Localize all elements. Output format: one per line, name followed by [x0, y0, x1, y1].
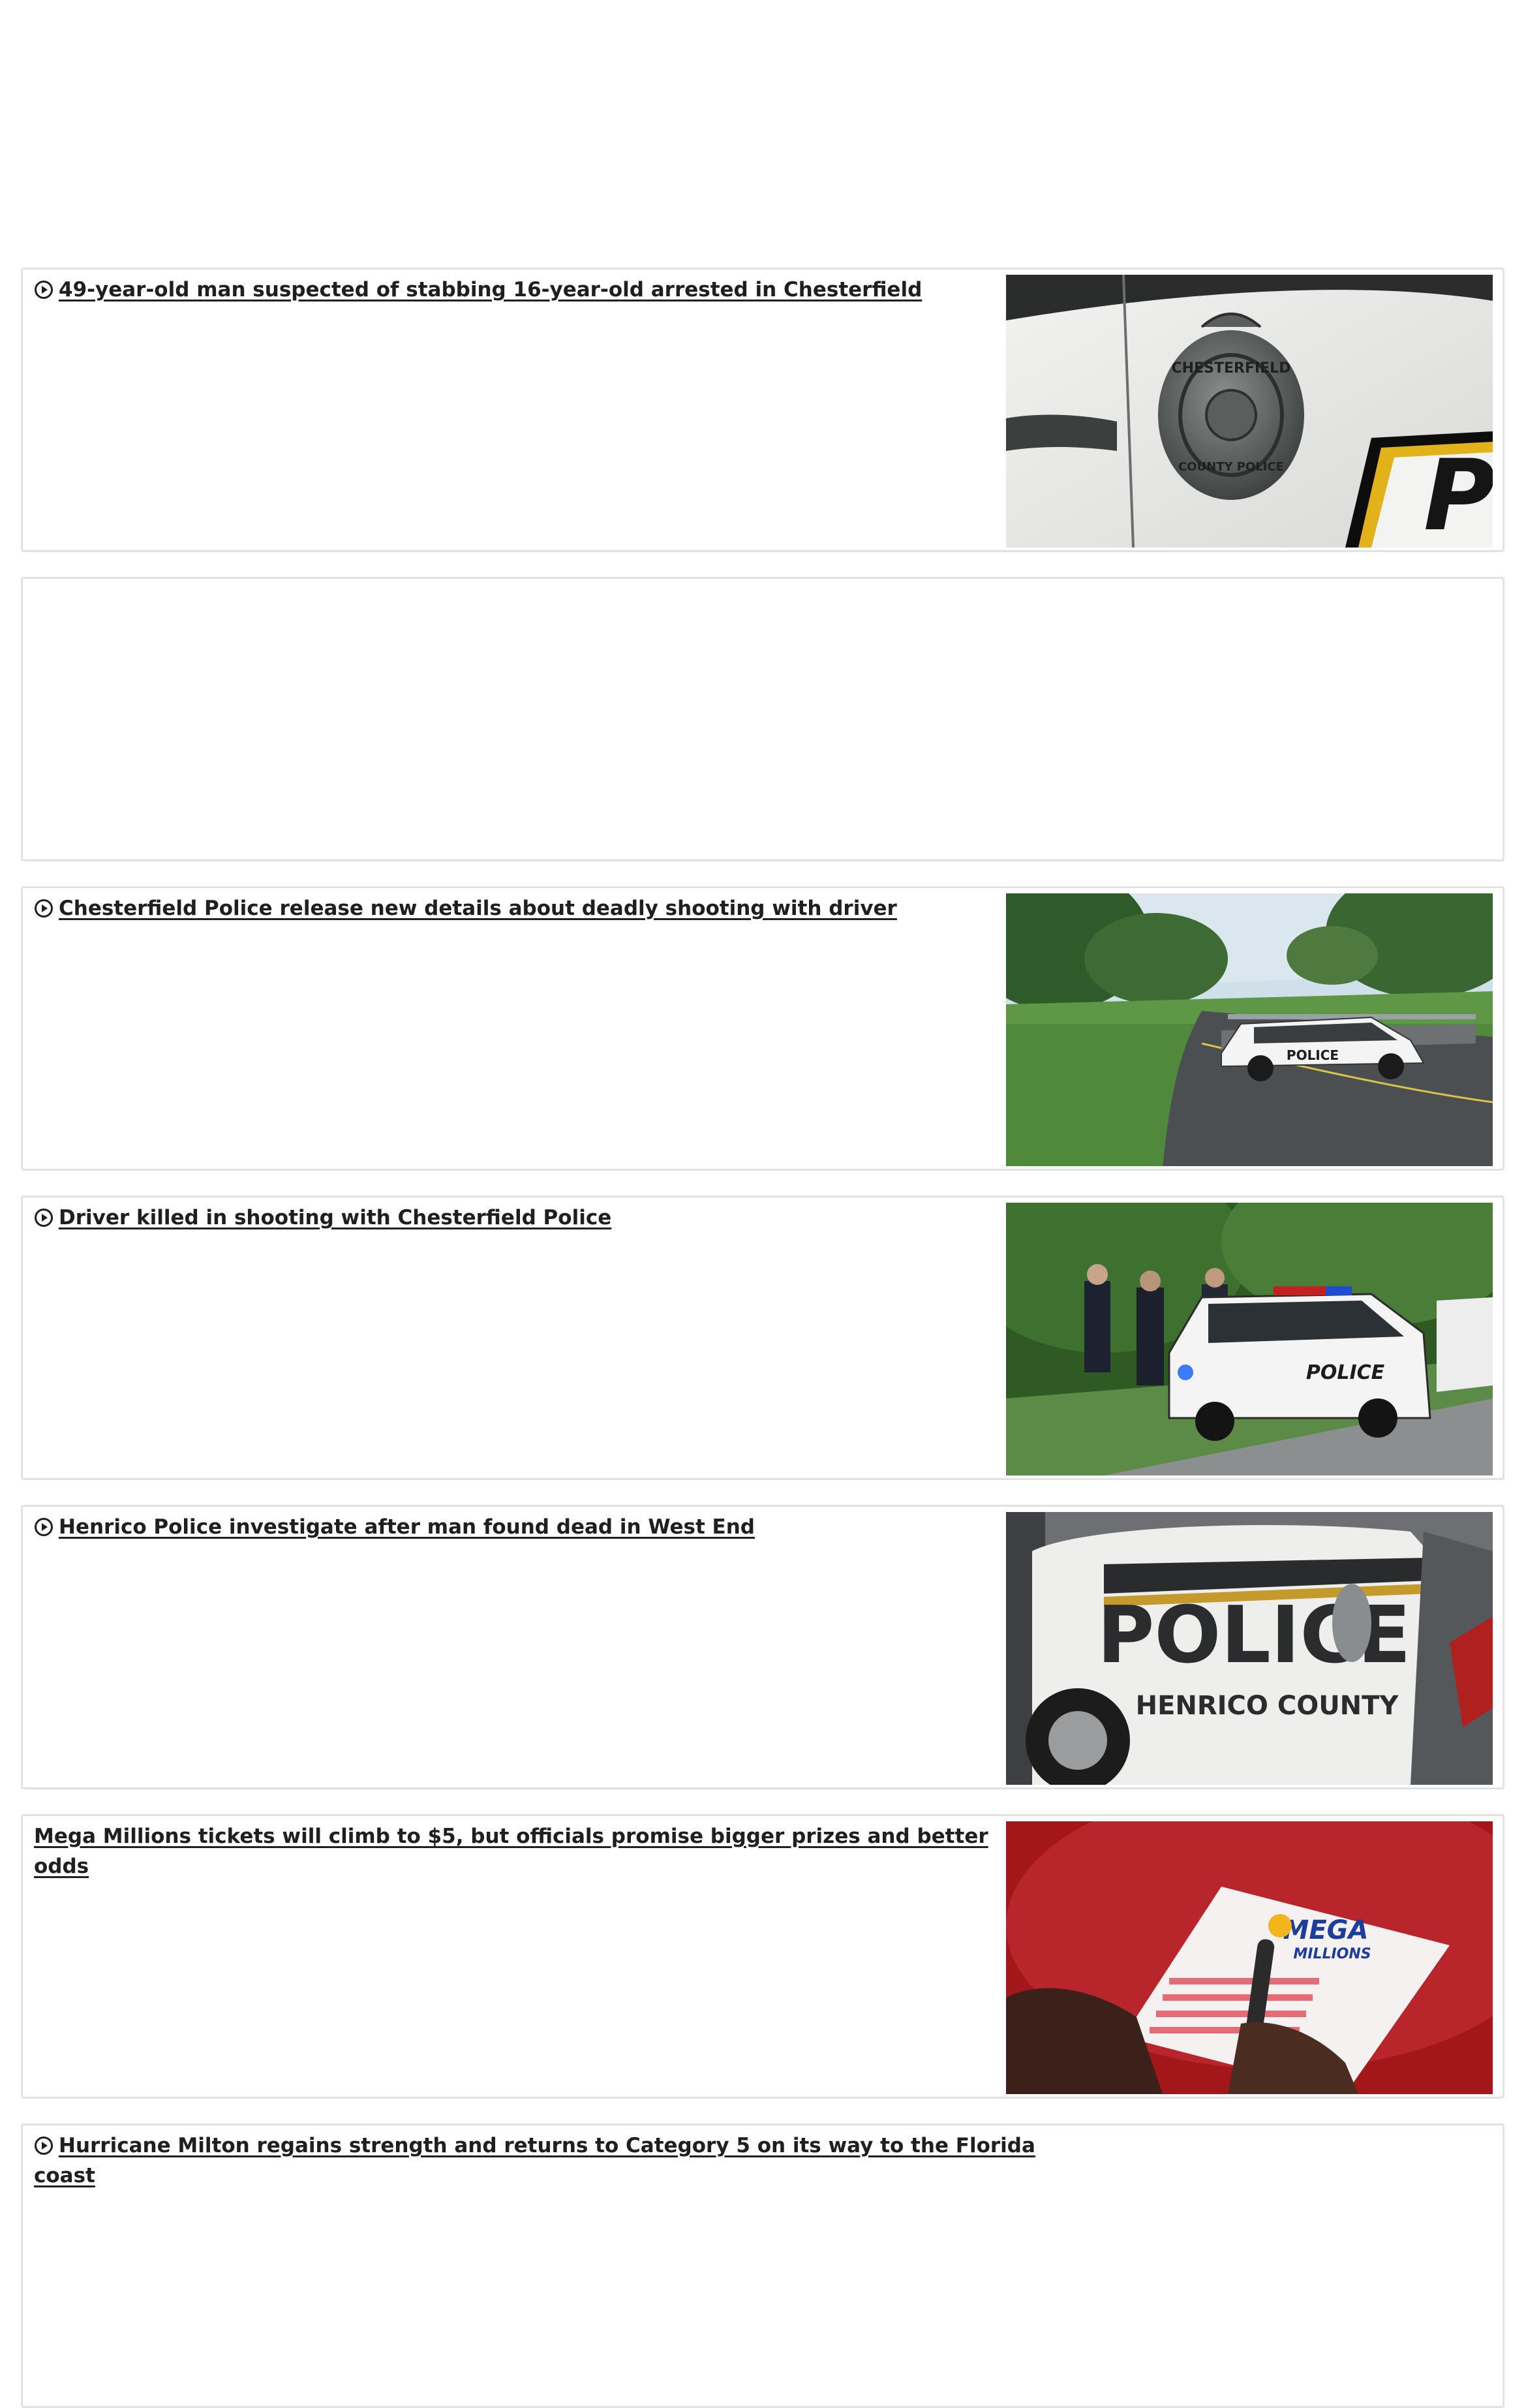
story-card[interactable]: Driver killed in shooting with Chesterfi…	[21, 1196, 1504, 1480]
story-headline-text: 49-year-old man suspected of stabbing 16…	[59, 278, 923, 301]
story-headline-link[interactable]: Hurricane Milton regains strength and re…	[34, 2131, 1078, 2191]
badge-bottom-text: COUNTY POLICE	[1178, 460, 1284, 474]
story-card-empty	[21, 577, 1504, 861]
story-card[interactable]: Chesterfield Police release new details …	[21, 886, 1504, 1171]
story-headline-text: Henrico Police investigate after man fou…	[59, 1515, 755, 1539]
police-car-label-text: POLICE	[1287, 1047, 1339, 1063]
play-circle-icon	[35, 1518, 53, 1536]
story-card[interactable]: Mega Millions tickets will climb to $5, …	[21, 1814, 1504, 2099]
story-headline-link[interactable]: Driver killed in shooting with Chesterfi…	[34, 1203, 1000, 1233]
story-card[interactable]: Hurricane Milton regains strength and re…	[21, 2123, 1504, 2408]
play-circle-icon	[35, 1209, 53, 1227]
story-headline-link[interactable]: Mega Millions tickets will climb to $5, …	[34, 1821, 1000, 1881]
story-headline-text: Driver killed in shooting with Chesterfi…	[59, 1206, 612, 1229]
top-blank-area	[0, 0, 1526, 268]
henrico-county-text: HENRICO COUNTY	[1136, 1691, 1399, 1721]
play-circle-icon	[35, 899, 53, 918]
story-headline-text: Chesterfield Police release new details …	[59, 897, 897, 920]
story-headline-link[interactable]: Chesterfield Police release new details …	[34, 893, 1000, 923]
story-headline-link[interactable]: 49-year-old man suspected of stabbing 16…	[34, 275, 1000, 305]
story-card[interactable]: 49-year-old man suspected of stabbing 16…	[21, 268, 1504, 552]
story-headline-text: Hurricane Milton regains strength and re…	[34, 2134, 1035, 2187]
millions-text: MILLIONS	[1293, 1946, 1371, 1962]
officers-police-suv-image[interactable]: POLICE	[1006, 1203, 1493, 1475]
story-headline-text: Mega Millions tickets will climb to $5, …	[34, 1825, 988, 1878]
story-card[interactable]: Henrico Police investigate after man fou…	[21, 1505, 1504, 1789]
badge-top-text: CHESTERFIELD	[1172, 360, 1291, 377]
car-door-letter-text: P	[1424, 439, 1493, 548]
story-headline-link[interactable]: Henrico Police investigate after man fou…	[34, 1512, 1000, 1542]
police-badge-car-door-image[interactable]: CHESTERFIELD COUNTY POLICE P	[1006, 275, 1493, 548]
henrico-police-car-image[interactable]: POLICE HENRICO COUNTY	[1006, 1512, 1493, 1785]
play-circle-icon	[35, 281, 53, 299]
play-circle-icon	[35, 2137, 53, 2155]
mega-millions-ticket-image[interactable]: MEGA MILLIONS	[1006, 1821, 1493, 2094]
suv-label-text: POLICE	[1306, 1361, 1385, 1384]
police-car-road-image[interactable]: POLICE	[1006, 893, 1493, 1166]
mega-text: MEGA	[1283, 1915, 1369, 1945]
